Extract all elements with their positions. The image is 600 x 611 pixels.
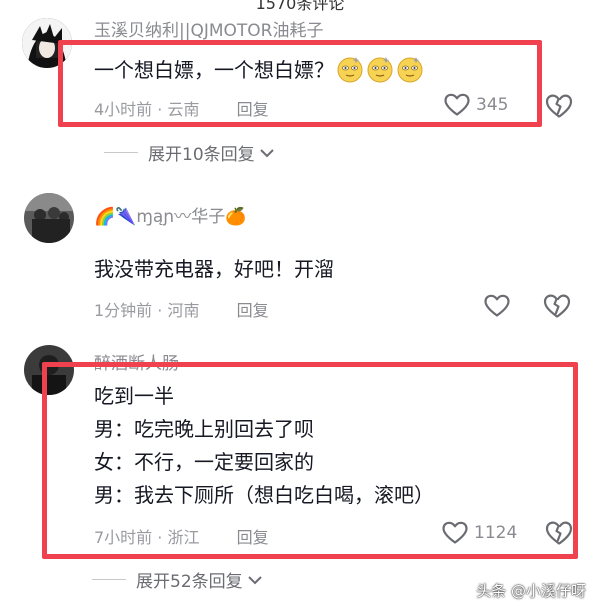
comment-body: 一个想白嫖，一个想白嫖？ — [94, 58, 334, 82]
dislike-button[interactable] — [545, 93, 573, 123]
comment-meta: 7小时前 · 浙江 回复 — [94, 528, 269, 547]
reply-button[interactable]: 回复 — [237, 100, 269, 119]
expand-replies-button[interactable]: 展开52条回复 — [92, 567, 263, 592]
comment-line: 女：不行，一定要回家的 — [94, 450, 314, 474]
comment-text: 吃到一半 男：吃完晚上别回去了呗 女：不行，一定要回家的 男：我去下厕所（想白吃… — [94, 380, 434, 512]
emoji-row — [334, 57, 424, 83]
comment-text: 一个想白嫖，一个想白嫖？ — [94, 54, 424, 87]
like-button[interactable]: 1124 — [442, 521, 517, 545]
avatar-image-icon — [24, 193, 74, 243]
comment-time: 4小时前 — [94, 100, 153, 119]
heart-icon — [442, 521, 468, 544]
heart-icon — [444, 93, 470, 116]
comment-username[interactable]: 玉溪贝纳利||QJMOTOR油耗子 — [94, 16, 323, 41]
comment-location: 云南 — [167, 100, 200, 119]
comment-count-header: 1570条评论 — [255, 0, 345, 13]
comment-time: 7小时前 — [94, 528, 153, 547]
broken-heart-icon — [543, 294, 571, 318]
comment-username[interactable]: 🌈🌂ɱąɲ〰华子🍊 — [94, 202, 246, 227]
divider-line — [104, 152, 138, 153]
dizzy-face-emoji — [367, 57, 393, 83]
dizzy-face-emoji — [397, 57, 423, 83]
reply-button[interactable]: 回复 — [237, 528, 269, 547]
comment-line: 男：我去下厕所（想白吃白喝，滚吧） — [94, 483, 434, 507]
heart-icon — [484, 294, 510, 317]
comment-location: 河南 — [167, 301, 200, 320]
comment-text: 我没带充电器，好吧！开溜 — [94, 257, 334, 281]
dizzy-face-emoji — [337, 57, 363, 83]
like-button[interactable] — [484, 294, 510, 322]
expand-replies-label: 展开52条回复 — [136, 572, 243, 592]
divider-line — [92, 579, 126, 580]
reply-button[interactable]: 回复 — [237, 301, 269, 320]
broken-heart-icon — [545, 521, 573, 545]
chevron-down-icon — [247, 575, 262, 584]
comment-location: 浙江 — [167, 528, 200, 547]
comment-line: 吃到一半 — [94, 384, 174, 408]
like-count: 345 — [476, 95, 509, 115]
dislike-button[interactable] — [543, 293, 571, 323]
comment-meta: 1分钟前 · 河南 回复 — [94, 301, 269, 320]
comment-line: 男：吃完晚上别回去了呗 — [94, 417, 314, 441]
expand-replies-label: 展开10条回复 — [148, 145, 255, 165]
comment-time: 1分钟前 — [94, 301, 153, 320]
avatar[interactable] — [24, 193, 74, 243]
watermark: 头条 @小溪仔呀 — [476, 582, 586, 600]
broken-heart-icon — [545, 94, 573, 118]
chevron-down-icon — [259, 148, 274, 157]
like-count: 1124 — [474, 523, 518, 543]
like-button[interactable]: 345 — [444, 93, 508, 117]
expand-replies-button[interactable]: 展开10条回复 — [104, 140, 275, 165]
comment-meta: 4小时前 · 云南 回复 — [94, 100, 269, 119]
dislike-button[interactable] — [545, 520, 573, 550]
